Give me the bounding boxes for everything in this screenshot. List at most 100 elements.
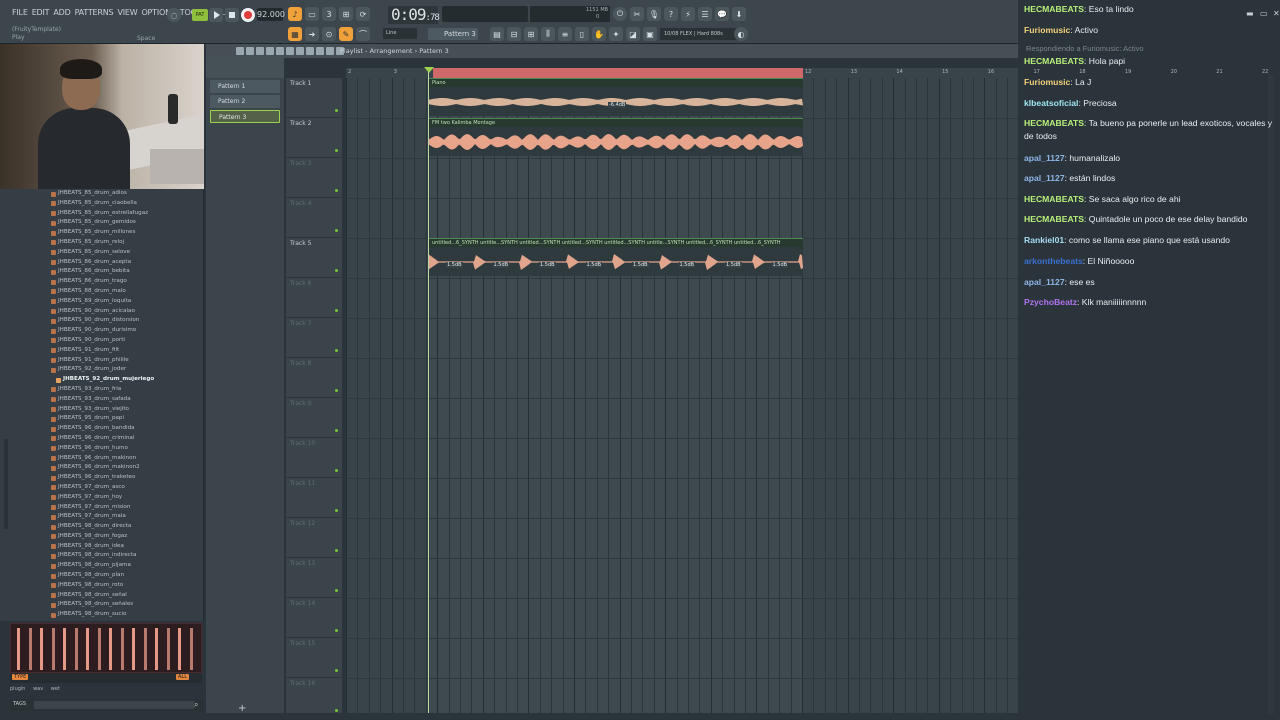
view-browser-icon[interactable]: ≡ xyxy=(558,27,572,41)
chat-username[interactable]: HECMABEATS xyxy=(1024,56,1084,66)
brush-icon[interactable]: ⌒ xyxy=(356,27,370,41)
menu-item-patterns[interactable]: PATTERNS xyxy=(75,8,114,17)
pattern-song-toggle[interactable]: PAT xyxy=(192,9,208,21)
menu-item-file[interactable]: FILE xyxy=(12,8,28,17)
audio-clip[interactable]: untitled...6_SYNTH untitle...SYNTH untit… xyxy=(428,238,803,276)
browser-item[interactable]: JHBEATS_98_drum_señales xyxy=(0,600,203,610)
view-cart-icon[interactable]: ▣ xyxy=(643,27,657,41)
track-active-led[interactable] xyxy=(335,469,338,472)
browser-item[interactable]: JHBEATS_96_drum_bandida xyxy=(0,424,203,434)
playback-mode-icon[interactable]: ◌ xyxy=(167,8,181,22)
pattern-item[interactable]: Pattern 3 xyxy=(210,110,280,123)
tag-item[interactable]: plugin xyxy=(10,686,25,692)
browser-item[interactable]: JHBEATS_85_drum_adios xyxy=(0,189,203,199)
chat-username[interactable]: apal_1127 xyxy=(1024,277,1065,287)
chat-username[interactable]: HECMABEATS xyxy=(1024,118,1084,128)
browser-item[interactable]: JHBEATS_98_drum_pijama xyxy=(0,561,203,571)
browser-item[interactable]: JHBEATS_90_drum_distorsion xyxy=(0,316,203,326)
chat-username[interactable]: apal_1127 xyxy=(1024,153,1065,163)
browser-item[interactable]: JHBEATS_92_drum_mujeriego xyxy=(0,375,203,385)
playlist-select-icon[interactable] xyxy=(316,47,324,55)
browser-item[interactable]: JHBEATS_85_drum_reloj xyxy=(0,238,203,248)
flex-knob-icon[interactable]: ◐ xyxy=(734,27,748,41)
cut-icon[interactable]: ✂ xyxy=(630,7,644,21)
browser-item[interactable]: JHBEATS_91_drum_philile xyxy=(0,356,203,366)
track-header[interactable]: Track 3 xyxy=(286,158,342,198)
record-button[interactable] xyxy=(241,8,255,22)
close-icon[interactable]: ✕ xyxy=(1273,9,1280,18)
browser-item[interactable]: JHBEATS_95_drum_papi xyxy=(0,414,203,424)
flex-preset-display[interactable]: 10/08 FLEX | Hard 808s xyxy=(660,28,742,40)
metronome-icon[interactable]: ♪ xyxy=(288,7,302,21)
browser-item[interactable]: JHBEATS_91_drum_filt xyxy=(0,346,203,356)
tag-item[interactable]: wet xyxy=(51,686,60,692)
browser-item[interactable]: JHBEATS_93_drum_fria xyxy=(0,385,203,395)
browser-item[interactable]: JHBEATS_96_drum_traketeo xyxy=(0,473,203,483)
browser-item[interactable]: JHBEATS_85_drum_selove xyxy=(0,248,203,258)
pattern-item[interactable]: Pattern 2 xyxy=(210,95,280,108)
view-plugin-db-icon[interactable]: ▯ xyxy=(575,27,589,41)
chat-username[interactable]: HECMABEATS xyxy=(1024,4,1084,14)
track-active-led[interactable] xyxy=(335,669,338,672)
cpu-panic-icon[interactable]: ⏻ xyxy=(613,7,627,21)
browser-item[interactable]: JHBEATS_90_drum_porti xyxy=(0,336,203,346)
playlist-pencil-icon[interactable] xyxy=(256,47,264,55)
step-edit-icon[interactable]: ⊞ xyxy=(339,7,353,21)
track-header[interactable]: Track 16 xyxy=(286,678,342,718)
browser-item[interactable]: JHBEATS_85_drum_estrellafugaz xyxy=(0,209,203,219)
menu-item-add[interactable]: ADD xyxy=(53,8,70,17)
browser-item[interactable]: JHBEATS_97_drum_mala xyxy=(0,512,203,522)
arrow-right-icon[interactable]: ➜ xyxy=(305,27,319,41)
track-header[interactable]: Track 13 xyxy=(286,558,342,598)
track-active-led[interactable] xyxy=(335,229,338,232)
browser-item[interactable]: JHBEATS_96_drum_makinon xyxy=(0,454,203,464)
track-header[interactable]: Track 12 xyxy=(286,518,342,558)
playhead[interactable] xyxy=(428,68,429,713)
play-button[interactable] xyxy=(209,8,223,22)
audio-clip[interactable]: FM two Kalimba Montage xyxy=(428,118,803,156)
browser-item[interactable]: JHBEATS_98_drum_plan xyxy=(0,571,203,581)
playlist-magnet-icon[interactable] xyxy=(246,47,254,55)
plugin-icon[interactable]: ⚡ xyxy=(681,7,695,21)
track-active-led[interactable] xyxy=(335,349,338,352)
browser-item[interactable]: JHBEATS_90_drum_acicalao xyxy=(0,307,203,317)
tag-search-input[interactable] xyxy=(34,701,194,709)
playlist-delete-icon[interactable] xyxy=(276,47,284,55)
track-active-led[interactable] xyxy=(335,549,338,552)
view-pin-icon[interactable]: ✦ xyxy=(609,27,623,41)
help-icon[interactable]: ? xyxy=(664,7,678,21)
playlist-zoom-icon[interactable] xyxy=(326,47,334,55)
browser-item[interactable]: JHBEATS_98_drum_fogaz xyxy=(0,532,203,542)
browser-item[interactable]: JHBEATS_85_drum_gemidos xyxy=(0,218,203,228)
view-channel-rack-icon[interactable]: ⊟ xyxy=(507,27,521,41)
browser-item[interactable]: JHBEATS_98_drum_señal xyxy=(0,591,203,601)
track-active-led[interactable] xyxy=(335,109,338,112)
view-touch-icon[interactable]: ✋ xyxy=(592,27,606,41)
view-mixer-icon[interactable]: ⫼ xyxy=(541,27,555,41)
pencil-icon[interactable]: ✎ xyxy=(339,27,353,41)
view-playlist-icon[interactable]: ▤ xyxy=(490,27,504,41)
tag-item[interactable]: wav xyxy=(33,686,43,692)
track-active-led[interactable] xyxy=(335,269,338,272)
chat-username[interactable]: HECMABEATS xyxy=(1024,194,1084,204)
loop-record-icon[interactable]: ⟳ xyxy=(356,7,370,21)
browser-item[interactable]: JHBEATS_98_drum_roto xyxy=(0,581,203,591)
sample-waveform-preview[interactable] xyxy=(10,623,202,673)
menu-item-edit[interactable]: EDIT xyxy=(32,8,50,17)
track-active-led[interactable] xyxy=(335,309,338,312)
browser-item[interactable]: JHBEATS_93_drum_viejito xyxy=(0,405,203,415)
browser-item[interactable]: JHBEATS_97_drum_mision xyxy=(0,503,203,513)
browser-item[interactable]: JHBEATS_97_drum_asco xyxy=(0,483,203,493)
browser-item[interactable]: JHBEATS_86_drum_acepta xyxy=(0,258,203,268)
chat-username[interactable]: HECMABEATS xyxy=(1024,214,1084,224)
browser-item[interactable]: JHBEATS_96_drum_criminal xyxy=(0,434,203,444)
browser-item[interactable]: JHBEATS_85_drum_ciaobella xyxy=(0,199,203,209)
loop-selection[interactable] xyxy=(433,68,803,78)
track-active-led[interactable] xyxy=(335,149,338,152)
search-icon[interactable]: ⌕ xyxy=(194,700,198,710)
browser-item[interactable]: JHBEATS_88_drum_malo xyxy=(0,287,203,297)
playlist-slip-icon[interactable] xyxy=(296,47,304,55)
browser-item[interactable]: JHBEATS_86_drum_bebita xyxy=(0,267,203,277)
track-header[interactable]: Track 8 xyxy=(286,358,342,398)
browser-item[interactable]: JHBEATS_98_drum_indirecta xyxy=(0,551,203,561)
